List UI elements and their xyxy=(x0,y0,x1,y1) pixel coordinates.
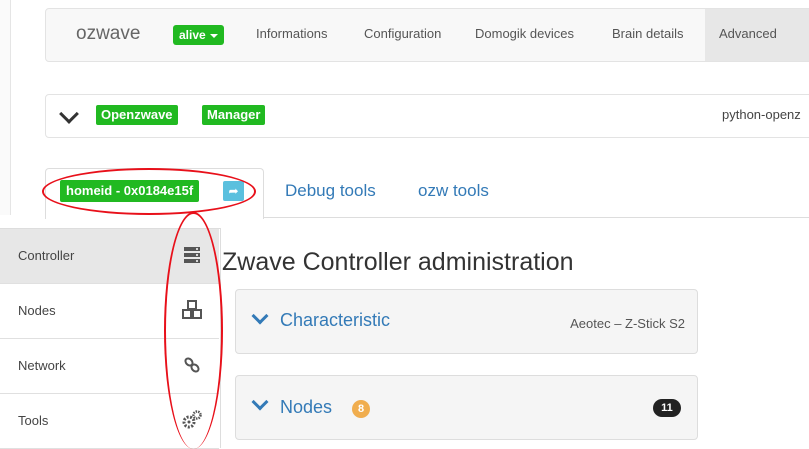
nav-informations[interactable]: Informations xyxy=(256,26,328,41)
panel-nodes[interactable]: Nodes 8 11 xyxy=(235,375,698,440)
top-navbar: ozwave alive Informations Configuration … xyxy=(45,8,809,62)
library-version-text: python-openz xyxy=(722,107,801,122)
brand-name[interactable]: ozwave xyxy=(76,23,140,45)
panel-title[interactable]: Nodes xyxy=(280,397,332,418)
sidebar-item-label: Nodes xyxy=(18,303,56,318)
nodes-count-badge: 11 xyxy=(653,399,681,417)
status-label: alive xyxy=(179,28,206,42)
annotation-circle-homeid xyxy=(42,168,256,215)
nodes-badge: 8 xyxy=(352,400,370,418)
chevron-down-icon[interactable] xyxy=(251,393,269,411)
nav-advanced[interactable]: Advanced xyxy=(705,9,809,61)
chevron-down-icon[interactable] xyxy=(251,307,269,325)
tab-ozw-tools[interactable]: ozw tools xyxy=(418,181,489,201)
label-manager: Manager xyxy=(202,105,266,125)
page-edge xyxy=(0,0,11,215)
panel-title[interactable]: Characteristic xyxy=(280,310,390,331)
nav-domogik-devices[interactable]: Domogik devices xyxy=(475,26,574,41)
nav-configuration[interactable]: Configuration xyxy=(364,26,441,41)
nav-advanced-label: Advanced xyxy=(719,26,777,41)
sidebar-item-label: Network xyxy=(18,358,66,373)
controller-model-text: Aeotec – Z-Stick S2 xyxy=(570,316,685,331)
tab-debug-tools[interactable]: Debug tools xyxy=(285,181,376,201)
chevron-down-icon[interactable] xyxy=(59,104,79,124)
plugin-header: Openzwave Manager python-openz xyxy=(45,94,809,138)
label-openzwave: Openzwave xyxy=(96,105,178,125)
status-dropdown[interactable]: alive xyxy=(173,25,224,45)
sidebar-item-label: Controller xyxy=(18,248,75,263)
page-title: Zwave Controller administration xyxy=(222,248,574,276)
nav-brain-details[interactable]: Brain details xyxy=(612,26,684,41)
sidebar-item-label: Tools xyxy=(18,413,49,428)
annotation-circle-icons xyxy=(164,212,223,449)
caret-down-icon xyxy=(209,33,218,38)
panel-characteristic[interactable]: Characteristic Aeotec – Z-Stick S2 xyxy=(235,289,698,354)
